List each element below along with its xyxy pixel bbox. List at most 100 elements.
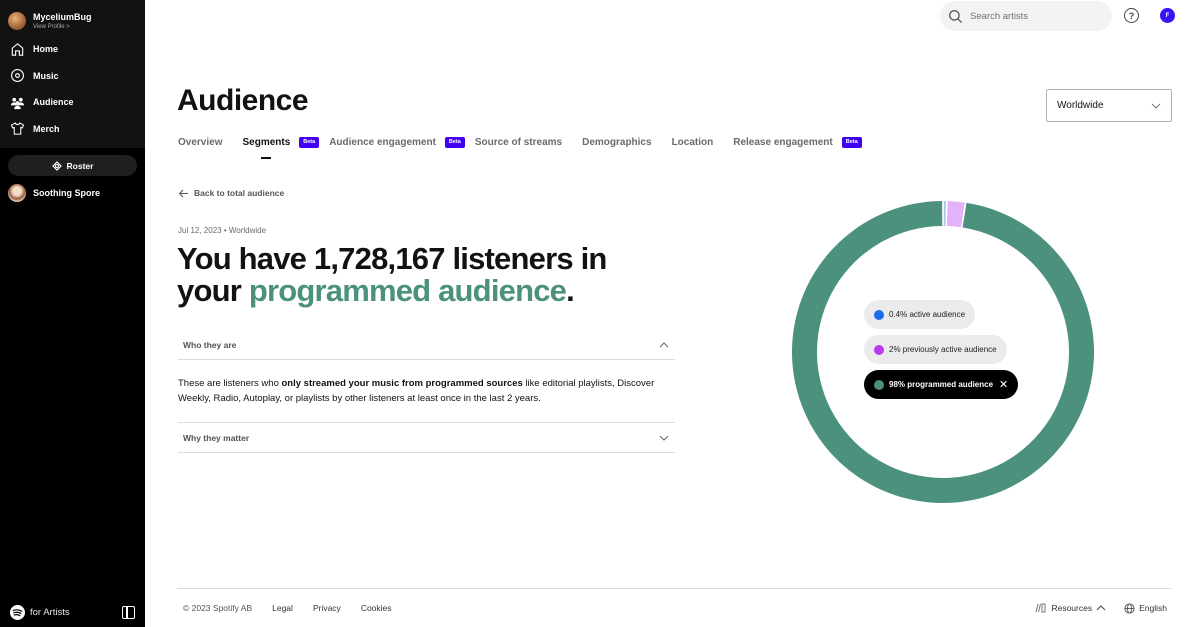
artist-item[interactable]: Soothing Spore xyxy=(0,178,145,208)
tab-location[interactable]: Location xyxy=(672,137,714,148)
accordion-header-why-they-matter[interactable]: Why they matter xyxy=(178,423,675,453)
view-profile-link[interactable]: View Profile > xyxy=(33,24,92,30)
tab-release-engagement[interactable]: Release engagement xyxy=(733,137,833,148)
sidebar-footer: for Artists xyxy=(0,597,145,627)
language-label: English xyxy=(1139,603,1167,613)
sidebar-item-label: Merch xyxy=(33,123,60,134)
sidebar-item-music[interactable]: Music xyxy=(0,63,145,90)
legend-item-active-audience[interactable]: 0.4% active audience xyxy=(864,300,976,329)
headline: You have 1,728,167 listeners in your pro… xyxy=(177,243,677,307)
footer-right: Resources English xyxy=(1035,602,1172,614)
brand-label: for Artists xyxy=(30,606,70,618)
back-link-label: Back to total audience xyxy=(194,188,285,198)
user-menu-avatar[interactable]: F xyxy=(1160,8,1175,23)
legend-row: 2% previously active audience xyxy=(864,335,1018,370)
beta-badge: Beta xyxy=(841,136,862,148)
sidebar-item-label: Home xyxy=(33,44,59,55)
footer-left: © 2023 Spotify AB Legal Privacy Cookies xyxy=(177,603,392,613)
region-select[interactable]: Worldwide xyxy=(1046,89,1172,122)
chevron-down-icon xyxy=(659,435,669,441)
roster-icon xyxy=(51,160,62,171)
page-title: Audience xyxy=(177,84,309,117)
headline-suffix: . xyxy=(566,273,575,308)
search-input[interactable] xyxy=(970,10,1090,22)
language-selector[interactable]: English xyxy=(1124,602,1167,614)
region-select-value: Worldwide xyxy=(1057,100,1104,111)
avatar[interactable] xyxy=(8,12,26,30)
legend-label: 98% programmed audience xyxy=(889,380,994,389)
tab-overview[interactable]: Overview xyxy=(178,137,222,148)
legend-row: 98% programmed audience ✕ xyxy=(864,370,1019,405)
headline-accent: programmed audience xyxy=(248,273,567,308)
resources-label: Resources xyxy=(1051,603,1093,613)
accordion-title: Why they matter xyxy=(183,432,250,443)
footer: © 2023 Spotify AB Legal Privacy Cookies … xyxy=(177,588,1172,627)
legend-label: 2% previously active audience xyxy=(889,345,997,354)
brand[interactable]: for Artists xyxy=(10,604,70,620)
tab-audience-engagement[interactable]: Audience engagement xyxy=(329,137,436,148)
profile[interactable]: MyceliumBug View Profile > xyxy=(0,0,145,36)
tab-segments[interactable]: Segments xyxy=(242,137,290,159)
tabs: Overview Segments Beta Audience engagement B… xyxy=(178,135,872,159)
legend-dot-icon xyxy=(874,344,884,355)
footer-link-privacy[interactable]: Privacy xyxy=(313,603,341,613)
resources-menu[interactable]: Resources xyxy=(1035,603,1106,613)
copyright: © 2023 Spotify AB xyxy=(183,603,253,613)
accordion-title: Who they are xyxy=(183,339,237,350)
sidebar-top: MyceliumBug View Profile > Home Music Au… xyxy=(0,0,145,148)
sidebar-item-merch[interactable]: Merch xyxy=(0,116,145,143)
artist-name: Soothing Spore xyxy=(33,188,100,198)
beta-badge: Beta xyxy=(444,136,465,148)
search-icon xyxy=(949,9,963,23)
arrow-left-icon xyxy=(178,189,188,197)
music-disc-icon xyxy=(11,69,24,83)
legend-dot-icon xyxy=(874,309,884,320)
body-text-bold: only streamed your music from programmed… xyxy=(281,378,523,389)
donut-slice-previously-active-audience[interactable] xyxy=(946,201,965,228)
roster-label: Roster xyxy=(66,160,94,171)
legend-label: 0.4% active audience xyxy=(889,310,966,319)
help-icon[interactable]: ? xyxy=(1124,8,1139,23)
accordion-body: These are listeners who only streamed yo… xyxy=(178,376,678,406)
legend-dot-icon xyxy=(874,379,884,390)
legend-item-previously-active-audience[interactable]: 2% previously active audience xyxy=(864,335,1007,364)
artist-avatar xyxy=(8,184,26,202)
profile-name: MyceliumBug xyxy=(33,11,92,22)
shirt-icon xyxy=(10,122,25,135)
roster-wrap: Roster xyxy=(0,148,145,176)
sidebar: MyceliumBug View Profile > Home Music Au… xyxy=(0,0,145,627)
accordion-header-who-they-are[interactable]: Who they are xyxy=(178,330,675,360)
collapse-sidebar-icon[interactable] xyxy=(122,605,135,619)
beta-badge: Beta xyxy=(299,136,320,148)
chevron-up-icon xyxy=(659,341,669,347)
tab-demographics[interactable]: Demographics xyxy=(582,137,651,148)
app-root: MyceliumBug View Profile > Home Music Au… xyxy=(0,0,1200,627)
sidebar-item-label: Music xyxy=(33,70,59,81)
chart-legend: 0.4% active audience 2% previously active… xyxy=(864,300,1019,405)
search-bar[interactable] xyxy=(940,1,1112,31)
back-to-total-audience-link[interactable]: Back to total audience xyxy=(178,188,284,198)
home-icon xyxy=(11,42,24,56)
chevron-down-icon xyxy=(1151,103,1161,109)
footer-link-legal[interactable]: Legal xyxy=(272,603,293,613)
chevron-up-icon xyxy=(1096,605,1106,611)
body-text: These are listeners who xyxy=(178,378,282,389)
accordion-who-they-are: Who they are xyxy=(178,330,675,360)
legend-row: 0.4% active audience xyxy=(864,300,1018,335)
sidebar-item-home[interactable]: Home xyxy=(0,36,145,63)
resources-icon xyxy=(1035,603,1046,613)
date-region-meta: Jul 12, 2023 • Worldwide xyxy=(178,226,267,235)
spotify-logo-icon xyxy=(10,604,25,620)
roster-button[interactable]: Roster xyxy=(8,155,137,176)
tab-source-of-streams[interactable]: Source of streams xyxy=(475,137,562,148)
donut-slice-active-audience[interactable] xyxy=(943,201,946,227)
legend-item-programmed-audience[interactable]: 98% programmed audience ✕ xyxy=(864,370,1019,399)
accordion-why-they-matter: Why they matter xyxy=(178,422,675,453)
footer-link-cookies[interactable]: Cookies xyxy=(361,603,392,613)
close-icon[interactable]: ✕ xyxy=(999,378,1008,391)
globe-icon xyxy=(1124,602,1135,614)
sidebar-item-audience[interactable]: Audience xyxy=(0,89,145,116)
audience-icon xyxy=(10,97,25,109)
sidebar-item-label: Audience xyxy=(33,97,74,108)
profile-text: MyceliumBug View Profile > xyxy=(33,11,92,30)
